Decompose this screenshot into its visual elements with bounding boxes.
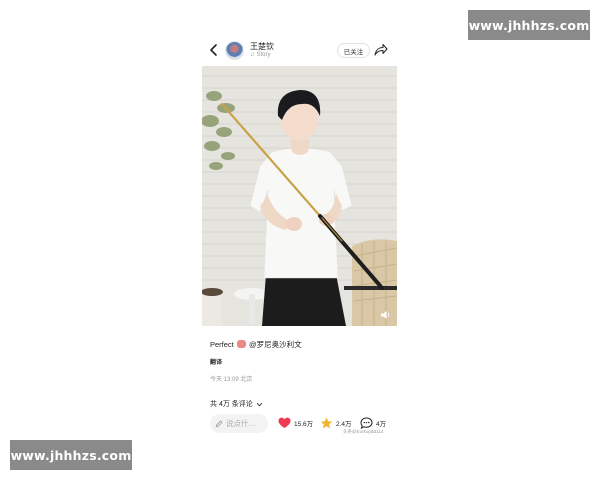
avatar[interactable]	[225, 41, 244, 60]
emoji-icon	[236, 340, 246, 348]
caption-mention-link[interactable]: @罗尼奥沙利文	[249, 340, 302, 349]
photo-illustration	[202, 66, 397, 326]
heart-icon	[278, 417, 291, 428]
pencil-icon	[215, 419, 223, 427]
watermark-bottom: www.jhhhzs.com	[10, 440, 132, 470]
comment-bubble-icon	[360, 417, 373, 429]
post-caption: Perfect @罗尼奥沙利文	[210, 339, 302, 350]
comment-count-label: 共 4万 条评论	[210, 401, 253, 408]
post-screen: 王楚钦 ♫ Story 已关注 Perfect @罗尼奥沙利文 翻译 今天 13…	[202, 35, 397, 440]
music-note-icon: ♫	[250, 52, 255, 58]
comments-toggle[interactable]: 共 4万 条评论	[210, 399, 263, 409]
post-header: 王楚钦 ♫ Story 已关注	[202, 35, 397, 66]
share-arrow-icon[interactable]	[374, 43, 388, 56]
chevron-left-icon[interactable]	[208, 43, 220, 57]
favorite-button[interactable]: 2.4万	[320, 417, 352, 429]
post-timestamp: 今天 13:09 北京	[210, 377, 253, 383]
chevron-down-icon	[256, 402, 263, 406]
caption-text: Perfect	[210, 340, 234, 349]
follow-button[interactable]: 已关注	[337, 43, 370, 58]
user-subtitle: ♫ Story	[250, 52, 271, 58]
comment-input[interactable]: 说点什…	[210, 414, 268, 433]
watermark-top: www.jhhhzs.com	[468, 10, 590, 40]
like-count: 15.6万	[294, 421, 314, 428]
star-icon	[320, 417, 333, 429]
speaker-icon[interactable]	[380, 310, 391, 320]
comment-count: 4万	[376, 421, 387, 428]
source-watermark: 头条@Eurkop&5114	[343, 429, 384, 434]
comment-button[interactable]: 4万	[360, 417, 386, 429]
username[interactable]: 王楚钦	[250, 41, 274, 52]
subtitle-label: Story	[256, 52, 271, 58]
like-button[interactable]: 15.6万	[278, 417, 313, 429]
favorite-count: 2.4万	[336, 421, 352, 428]
translate-link[interactable]: 翻译	[210, 357, 222, 366]
post-photo[interactable]	[202, 66, 397, 326]
comment-input-placeholder: 说点什…	[226, 419, 256, 428]
